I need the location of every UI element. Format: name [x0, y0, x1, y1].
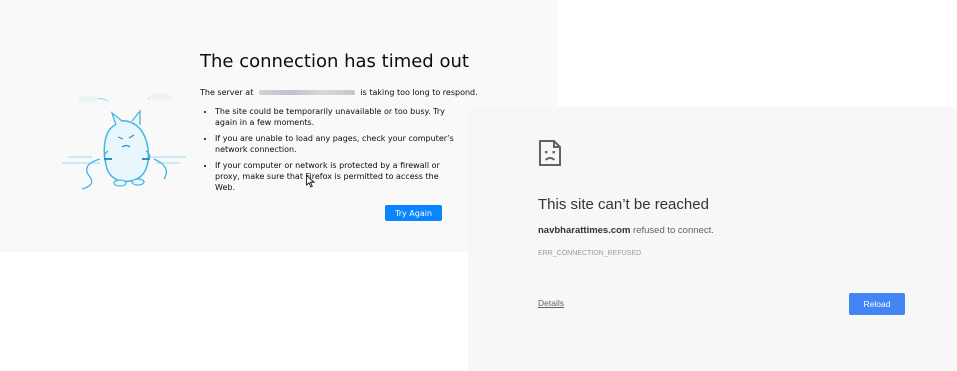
hostname: navbharattimes.com: [538, 225, 631, 236]
sad-page-icon: [539, 140, 561, 166]
try-again-button[interactable]: Try Again: [385, 205, 442, 221]
list-item: If your computer or network is protected…: [215, 160, 455, 193]
mouse-cursor-icon: [306, 175, 315, 188]
list-item: The site could be temporarily unavailabl…: [215, 106, 455, 128]
error-description: The server at is taking too long to resp…: [200, 88, 478, 97]
error-code: ERR_CONNECTION_REFUSED: [538, 250, 642, 257]
sad-character-illustration: [62, 93, 186, 190]
description-suffix: refused to connect.: [630, 225, 714, 236]
list-item: If you are unable to load any pages, che…: [215, 133, 455, 155]
page-title: This site can’t be reached: [538, 196, 709, 213]
chrome-error-page: This site can’t be reached navbharattime…: [468, 107, 957, 371]
description-suffix: is taking too long to respond.: [360, 88, 478, 97]
page-title: The connection has timed out: [200, 51, 469, 72]
redacted-hostname: [258, 90, 355, 95]
description-prefix: The server at: [200, 88, 254, 97]
error-description: navbharattimes.com refused to connect.: [538, 225, 714, 236]
details-link[interactable]: Details: [538, 298, 564, 308]
troubleshooting-list: The site could be temporarily unavailabl…: [206, 106, 455, 198]
reload-button[interactable]: Reload: [849, 293, 905, 315]
